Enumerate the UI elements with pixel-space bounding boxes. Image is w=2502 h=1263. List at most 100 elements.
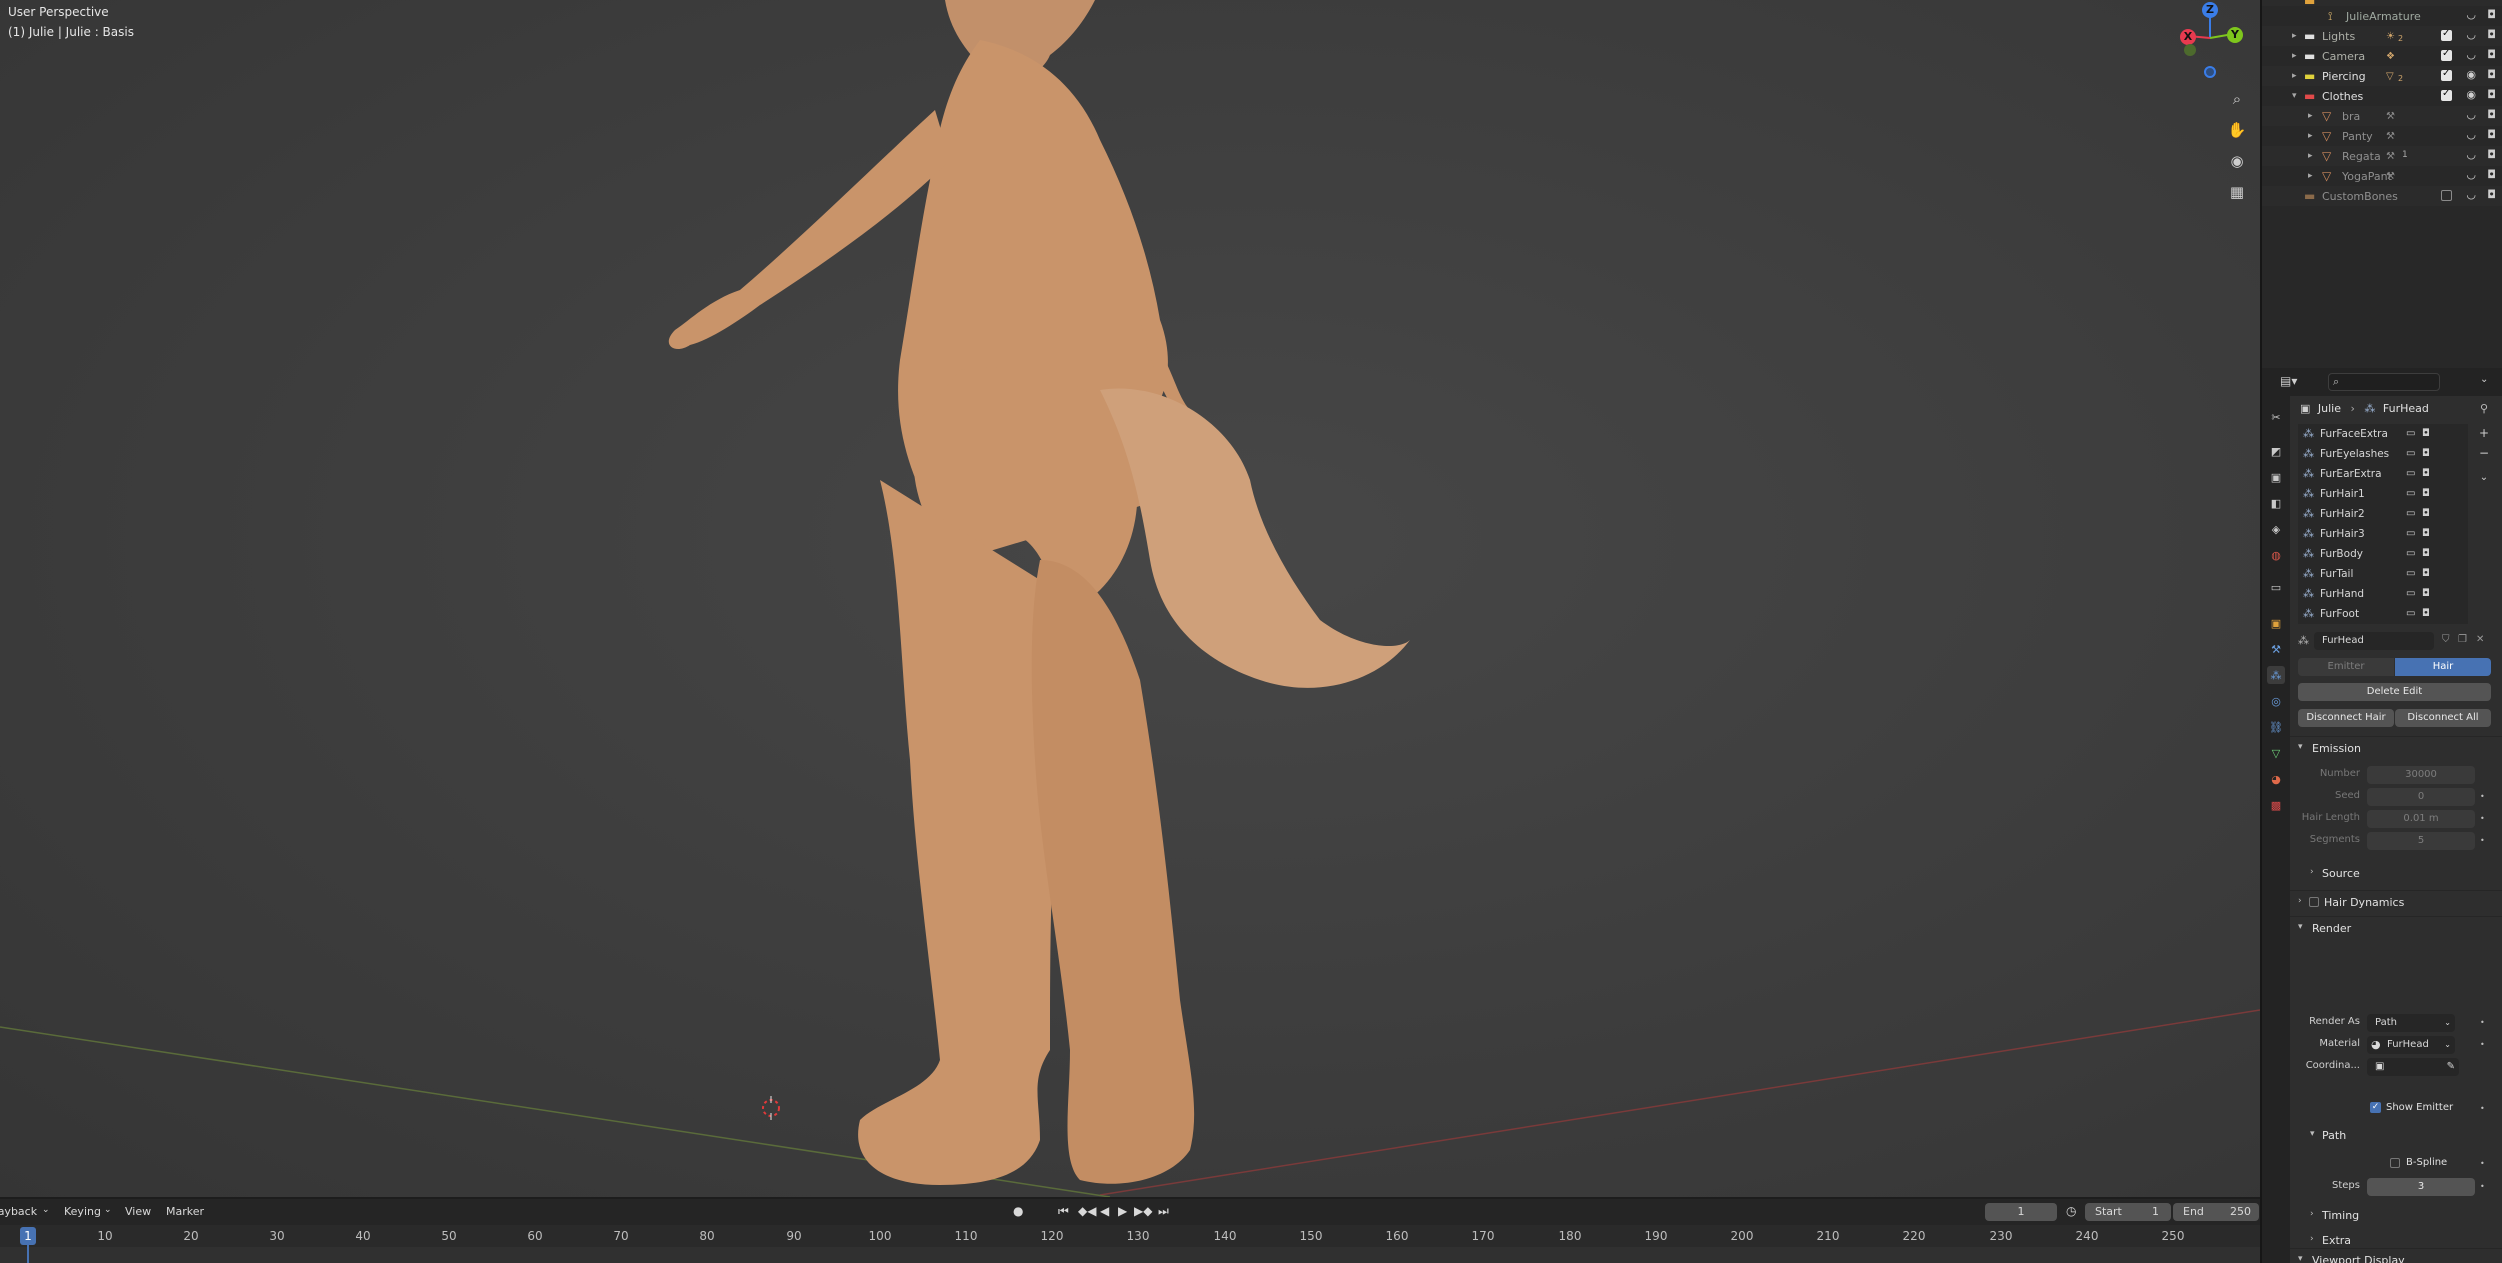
list-item[interactable]: ⁂ FurEyelashes ▭ ◘ bbox=[2298, 444, 2468, 464]
remove-slot-button[interactable]: − bbox=[2474, 446, 2494, 466]
perspective-grid-icon[interactable]: ▦ bbox=[2224, 179, 2250, 205]
gizmo-x-icon[interactable]: X bbox=[2180, 29, 2196, 45]
hair-length-field[interactable]: 0.01 m bbox=[2367, 810, 2475, 828]
viewport-display-panel-header[interactable]: ▾ Viewport Display bbox=[2290, 1248, 2502, 1263]
viewport-display-icon[interactable]: ▭ bbox=[2406, 528, 2415, 539]
keyframe-dot-icon[interactable]: • bbox=[2480, 814, 2485, 823]
expand-arrow-icon[interactable]: ▸ bbox=[2308, 131, 2313, 141]
outliner-row-clothes[interactable]: ▾ ▬ Clothes ◉ ◘ bbox=[2262, 86, 2502, 106]
prev-keyframe-icon[interactable]: ◆◀ bbox=[1078, 1204, 1096, 1218]
keyframe-dot-icon[interactable]: • bbox=[2480, 1018, 2485, 1027]
render-as-dropdown[interactable]: Path ⌄ bbox=[2367, 1014, 2455, 1032]
playback-menu[interactable]: Playback bbox=[0, 1205, 37, 1218]
render-panel-header[interactable]: ▾ Render bbox=[2290, 916, 2502, 940]
emitter-tab[interactable]: Emitter bbox=[2298, 658, 2394, 676]
gizmo-z-icon[interactable]: Z bbox=[2202, 2, 2218, 18]
viewport-display-icon[interactable]: ▭ bbox=[2406, 448, 2415, 459]
render-camera-icon[interactable]: ◘ bbox=[2422, 508, 2430, 519]
outliner-row-lights[interactable]: ▸ ▬ Lights ☀ 2 ◡ ◘ bbox=[2262, 26, 2502, 46]
play-icon[interactable]: ▶ bbox=[1118, 1204, 1127, 1218]
disconnect-hair-button[interactable]: Disconnect Hair bbox=[2298, 709, 2394, 727]
keyframe-dot-icon[interactable]: • bbox=[2480, 792, 2485, 801]
visibility-eye-icon[interactable]: ◡ bbox=[2466, 148, 2476, 161]
keyframe-dot-icon[interactable]: • bbox=[2480, 1159, 2485, 1168]
pin-icon[interactable]: ⚲ bbox=[2480, 402, 2488, 415]
outliner-row-yogapant[interactable]: ▸ ▽ YogaPant ⚒ ◡ ◘ bbox=[2262, 166, 2502, 186]
render-camera-icon[interactable]: ◘ bbox=[2487, 88, 2496, 101]
material-dropdown[interactable]: ◕ FurHead ⌄ bbox=[2367, 1036, 2455, 1054]
options-dropdown-icon[interactable]: ⌄ bbox=[2480, 374, 2488, 385]
world-tab-icon[interactable]: ◍ bbox=[2267, 546, 2285, 564]
viewport-scene[interactable] bbox=[0, 0, 2260, 1197]
coordinate-object-field[interactable]: ▣ ✎ bbox=[2367, 1058, 2459, 1076]
particles-tab-icon[interactable]: ⁂ bbox=[2267, 666, 2285, 684]
disconnect-all-button[interactable]: Disconnect All bbox=[2395, 709, 2491, 727]
frame-ruler[interactable]: 10 20 30 40 50 60 70 80 90 100 110 120 1… bbox=[0, 1225, 2260, 1247]
fake-user-shield-icon[interactable]: ⛉ bbox=[2442, 634, 2450, 645]
render-camera-icon[interactable]: ◘ bbox=[2487, 108, 2496, 121]
emission-panel-header[interactable]: ▾ Emission bbox=[2290, 736, 2502, 760]
particle-settings-name[interactable]: FurHead bbox=[2314, 632, 2434, 650]
seed-field[interactable]: 0 bbox=[2367, 788, 2475, 806]
expand-arrow-icon[interactable]: ▸ bbox=[2292, 31, 2297, 41]
visibility-eye-icon[interactable]: ◡ bbox=[2466, 188, 2476, 201]
visibility-eye-icon[interactable]: ◡ bbox=[2466, 8, 2476, 21]
gizmo-neg-z-icon[interactable] bbox=[2204, 66, 2216, 78]
expand-arrow-icon[interactable]: ▸ bbox=[2308, 151, 2313, 161]
physics-tab-icon[interactable]: ◎ bbox=[2267, 692, 2285, 710]
keying-menu[interactable]: Keying bbox=[64, 1205, 101, 1218]
output-tab-icon[interactable]: ▣ bbox=[2267, 468, 2285, 486]
preview-range-clock-icon[interactable]: ◷ bbox=[2066, 1204, 2076, 1218]
modifier-tab-icon[interactable]: ⚒ bbox=[2267, 640, 2285, 658]
render-camera-icon[interactable]: ◘ bbox=[2422, 468, 2430, 479]
3d-viewport[interactable]: User Perspective (1) Julie | Julie : Bas… bbox=[0, 0, 2260, 1197]
playhead-line[interactable] bbox=[27, 1245, 29, 1263]
eyedropper-icon[interactable]: ✎ bbox=[2447, 1058, 2455, 1076]
texture-tab-icon[interactable]: ▩ bbox=[2267, 796, 2285, 814]
jump-end-icon[interactable]: ⏭ bbox=[1158, 1204, 1169, 1219]
viewport-display-icon[interactable]: ▭ bbox=[2406, 508, 2415, 519]
render-camera-icon[interactable]: ◘ bbox=[2487, 68, 2496, 81]
properties-search-input[interactable]: ⌕ bbox=[2328, 373, 2440, 391]
timeline-area[interactable]: 10 20 30 40 50 60 70 80 90 100 110 120 1… bbox=[0, 1225, 2260, 1263]
viewport-display-icon[interactable]: ▭ bbox=[2406, 588, 2415, 599]
bspline-checkbox[interactable] bbox=[2390, 1158, 2400, 1168]
render-camera-icon[interactable]: ◘ bbox=[2422, 548, 2430, 559]
list-item[interactable]: ⁂ FurEarExtra ▭ ◘ bbox=[2298, 464, 2468, 484]
current-frame-field[interactable]: 1 bbox=[1985, 1203, 2057, 1221]
gizmo-y-icon[interactable]: Y bbox=[2227, 27, 2243, 43]
particle-system-list[interactable]: ⁂ FurFaceExtra ▭ ◘ ⁂ FurEyelashes ▭ ◘ ⁂ FurEarE… bbox=[2298, 424, 2468, 624]
object-tab-icon[interactable]: ▣ bbox=[2267, 614, 2285, 632]
view-layer-tab-icon[interactable]: ◧ bbox=[2267, 494, 2285, 512]
jump-start-icon[interactable]: ⏮ bbox=[1058, 1204, 1069, 1219]
visibility-eye-icon[interactable]: ◉ bbox=[2466, 88, 2476, 101]
path-subpanel-header[interactable]: ▾ Path bbox=[2290, 1124, 2502, 1148]
expand-arrow-icon[interactable]: ▾ bbox=[2292, 91, 2297, 101]
record-icon[interactable]: ● bbox=[1013, 1204, 1023, 1218]
viewport-display-icon[interactable]: ▭ bbox=[2406, 428, 2415, 439]
segments-field[interactable]: 5 bbox=[2367, 832, 2475, 850]
list-item[interactable]: ⁂ FurFaceExtra ▭ ◘ bbox=[2298, 424, 2468, 444]
marker-menu[interactable]: Marker bbox=[166, 1205, 204, 1218]
show-emitter-checkbox[interactable]: ✓ bbox=[2370, 1102, 2381, 1113]
delete-edit-button[interactable]: Delete Edit bbox=[2298, 683, 2491, 701]
next-keyframe-icon[interactable]: ▶◆ bbox=[1134, 1204, 1152, 1218]
editor-type-icon[interactable]: ▤▾ bbox=[2280, 374, 2297, 388]
outliner-row-camera[interactable]: ▸ ▬ Camera ❖ ◡ ◘ bbox=[2262, 46, 2502, 66]
exclude-checkbox[interactable] bbox=[2441, 68, 2452, 81]
list-item[interactable]: ⁂ FurHair2 ▭ ◘ bbox=[2298, 504, 2468, 524]
outliner-row-juliearmature[interactable]: ⟟ JulieArmature ◡ ◘ bbox=[2262, 6, 2502, 26]
tool-tab-icon[interactable]: ✂ bbox=[2267, 408, 2285, 426]
render-camera-icon[interactable]: ◘ bbox=[2422, 608, 2430, 619]
viewport-display-icon[interactable]: ▭ bbox=[2406, 548, 2415, 559]
expand-arrow-icon[interactable]: ▸ bbox=[2308, 111, 2313, 121]
keyframe-dot-icon[interactable]: • bbox=[2480, 836, 2485, 845]
viewport-display-icon[interactable]: ▭ bbox=[2406, 568, 2415, 579]
render-camera-icon[interactable]: ◘ bbox=[2422, 588, 2430, 599]
visibility-eye-icon[interactable]: ◡ bbox=[2466, 28, 2476, 41]
render-camera-icon[interactable]: ◘ bbox=[2487, 168, 2496, 181]
steps-field[interactable]: 3 bbox=[2367, 1178, 2475, 1196]
keyframe-dot-icon[interactable]: • bbox=[2480, 1040, 2485, 1049]
visibility-eye-icon[interactable]: ◡ bbox=[2466, 168, 2476, 181]
render-camera-icon[interactable]: ◘ bbox=[2422, 528, 2430, 539]
